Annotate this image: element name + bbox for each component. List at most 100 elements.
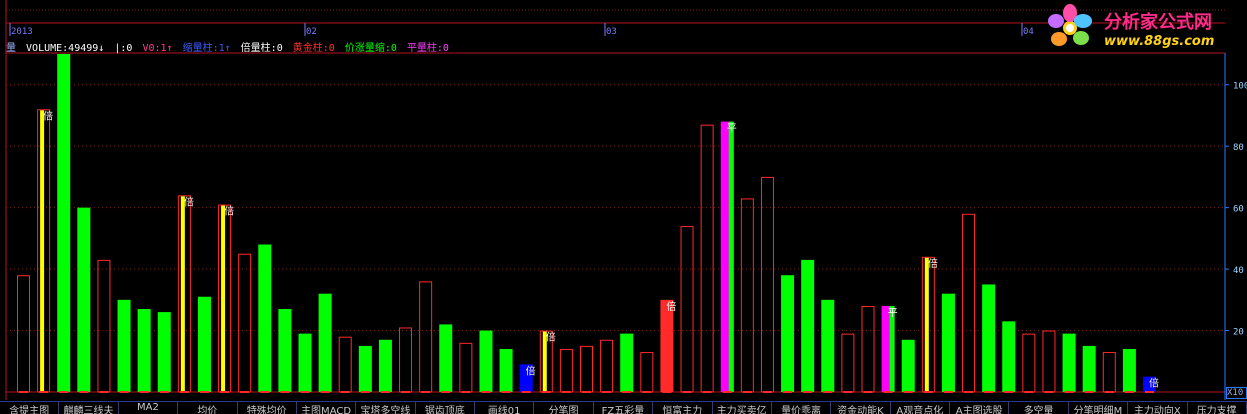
- flat-marker: 平: [727, 124, 737, 135]
- baseline-tick: [521, 391, 531, 393]
- volume-bar: [861, 305, 875, 393]
- baseline-tick: [923, 391, 933, 393]
- baseline-tick: [662, 391, 672, 393]
- volume-bar: [962, 213, 976, 393]
- baseline-tick: [1024, 391, 1034, 393]
- baseline-tick: [79, 391, 89, 393]
- y-tick-label: 20: [1233, 328, 1244, 338]
- double-marker: 倍: [224, 205, 234, 218]
- indicator-tab[interactable]: 资金动能K: [831, 402, 891, 414]
- site-logo[interactable]: 分析家公式网 www.88gs.com: [1042, 2, 1247, 54]
- volume-bar: [1062, 333, 1076, 392]
- gold-bar-readout: 黄金柱:0: [292, 43, 335, 54]
- volume-bar: [17, 275, 30, 393]
- flat-bar-readout: 平量柱:0: [406, 43, 449, 54]
- baseline-tick: [501, 391, 511, 393]
- baseline-tick: [340, 391, 350, 393]
- baseline-tick: [682, 391, 692, 393]
- indicator-tab[interactable]: 主力动向X: [1128, 402, 1188, 414]
- indicator-tab[interactable]: A观音点化: [891, 402, 950, 414]
- volume-bar: [298, 333, 312, 392]
- indicator-tab[interactable]: 压力支撑: [1188, 402, 1247, 414]
- double-bar-readout: 倍量柱:0: [240, 43, 283, 54]
- indicator-tab[interactable]: 麒麟三线夫: [59, 402, 119, 414]
- volume-bar: [378, 339, 392, 392]
- time-label: 2013: [11, 27, 33, 37]
- volume-bar: [740, 198, 754, 393]
- indicator-tab[interactable]: 多空量: [1009, 402, 1069, 414]
- volume-bar: [941, 293, 955, 392]
- baseline-tick: [360, 391, 370, 393]
- baseline-tick: [1145, 391, 1154, 393]
- double-marker: 倍: [184, 195, 194, 208]
- volume-bar: [338, 336, 352, 393]
- indicator-tab[interactable]: 分笔图: [534, 402, 594, 414]
- shrink-bar-readout: 缩量柱:1↑: [182, 43, 231, 54]
- indicator-tab[interactable]: 画线01: [475, 402, 535, 414]
- indicator-tab[interactable]: 含提主图: [0, 402, 60, 414]
- baseline-tick: [964, 391, 974, 393]
- indicator-tab[interactable]: 均价: [178, 402, 238, 414]
- indicator-tab[interactable]: FZ五彩量: [594, 402, 654, 414]
- baseline-tick: [481, 391, 491, 393]
- indicator-tab[interactable]: 锯齿顶底: [416, 402, 475, 414]
- y-tick-label: 100: [1233, 82, 1247, 92]
- volume-bar: [901, 339, 915, 392]
- baseline-tick: [642, 391, 652, 393]
- indicator-tab[interactable]: 特殊均价: [238, 402, 297, 414]
- baseline-tick: [159, 391, 169, 393]
- baseline-tick: [742, 391, 752, 393]
- indicator-tab[interactable]: A主图选股: [950, 402, 1010, 414]
- baseline-tick: [220, 391, 230, 393]
- indicator-tab[interactable]: 主图MACD: [297, 402, 357, 414]
- y-tick-label: 40: [1233, 266, 1244, 276]
- baseline-tick: [582, 391, 591, 393]
- volume-bar: [821, 299, 835, 392]
- double-marker: 倍: [546, 331, 556, 344]
- volume-readout: VOLUME:49499↓: [26, 43, 105, 54]
- baseline-tick: [1064, 391, 1074, 393]
- baseline-tick: [300, 391, 310, 393]
- baseline-tick: [280, 391, 290, 393]
- double-marker: 倍: [1149, 377, 1159, 390]
- baseline-tick: [199, 391, 209, 393]
- baseline-tick: [783, 391, 793, 393]
- indicator-tab[interactable]: MA2: [119, 402, 179, 414]
- volume-bar: [982, 284, 996, 392]
- double-marker: 倍: [526, 364, 536, 377]
- time-label: 02: [306, 27, 317, 37]
- double-volume-bar: [221, 205, 226, 392]
- separator-readout: |:0: [114, 43, 133, 54]
- volume-bar: [600, 339, 614, 393]
- volume-bar: [1042, 330, 1056, 393]
- indicator-tab[interactable]: 量价乖离: [772, 402, 832, 414]
- volume-bar: [620, 333, 634, 392]
- baseline-tick: [823, 391, 833, 393]
- baseline-tick: [119, 391, 129, 393]
- volume-bar: [459, 342, 473, 393]
- baseline-tick: [541, 391, 551, 393]
- volume-bar: [358, 345, 372, 392]
- volume-bar: [801, 259, 815, 392]
- y-axis: 20 40 60 80 100: [1225, 82, 1247, 338]
- baseline-tick: [401, 391, 411, 393]
- volume-bar: [1102, 352, 1116, 393]
- double-marker: 倍: [666, 300, 676, 313]
- baseline-tick: [240, 391, 250, 393]
- baseline-tick: [803, 391, 813, 393]
- indicator-tab[interactable]: 分笔明细M: [1069, 402, 1129, 414]
- baseline-tick: [1004, 391, 1014, 393]
- indicator-tab[interactable]: 宝塔多空线: [356, 402, 416, 414]
- rise-shrink-readout: 价涨量缩:0: [344, 43, 397, 54]
- baseline-tick: [903, 391, 913, 393]
- baseline-tick: [1044, 391, 1054, 393]
- volume-bar: [580, 345, 593, 393]
- flat-marker: 平: [888, 308, 898, 319]
- baseline-tick: [99, 391, 109, 393]
- baseline-tick: [883, 391, 893, 393]
- baseline-tick: [984, 391, 994, 393]
- indicator-tab[interactable]: 主力买卖亿: [713, 402, 772, 414]
- indicator-tab[interactable]: 恒富主力: [653, 402, 713, 414]
- indicator-tab-bar: 含提主图 麒麟三线夫 MA2 均价 特殊均价 主图MACD 宝塔多空线 锯齿顶底 画线01 分笔图…: [0, 401, 1247, 414]
- double-marker: 倍: [928, 257, 938, 270]
